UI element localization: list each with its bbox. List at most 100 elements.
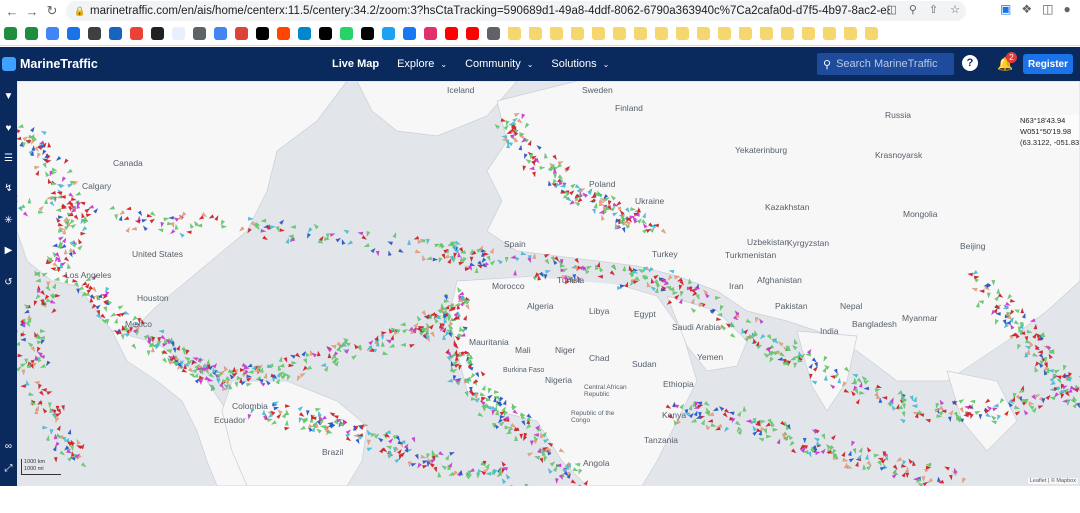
vessel-marker[interactable] [287, 375, 290, 380]
vessel-marker[interactable] [22, 370, 25, 375]
vessel-marker[interactable] [426, 239, 429, 244]
vessel-marker[interactable] [571, 480, 576, 484]
vessel-marker[interactable] [506, 474, 510, 479]
vessel-marker[interactable] [417, 316, 421, 321]
reload-icon[interactable]: ↻ [42, 1, 62, 21]
vessel-marker[interactable] [447, 379, 452, 382]
vessel-marker[interactable] [1073, 403, 1077, 408]
vessel-marker[interactable] [706, 425, 710, 430]
vessel-marker[interactable] [279, 357, 282, 362]
vessel-marker[interactable] [50, 300, 55, 304]
vessel-marker[interactable] [1038, 350, 1043, 354]
vessel-marker[interactable] [698, 405, 703, 408]
vessel-marker[interactable] [918, 483, 923, 486]
vessel-marker[interactable] [865, 454, 868, 459]
vessel-marker[interactable] [794, 363, 798, 368]
vessel-marker[interactable] [297, 376, 301, 381]
vessel-marker[interactable] [307, 233, 311, 238]
vessel-marker[interactable] [418, 463, 422, 468]
vessel-marker[interactable] [400, 323, 405, 327]
vessel-marker[interactable] [759, 319, 763, 324]
vessel-marker[interactable] [48, 403, 52, 408]
vessel-marker[interactable] [732, 418, 735, 423]
vessel-marker[interactable] [867, 447, 871, 452]
vessel-marker[interactable] [1042, 398, 1045, 403]
register-button[interactable]: Register [1023, 54, 1073, 74]
heart-icon[interactable]: ♥ [0, 121, 17, 135]
logo[interactable]: MarineTraffic [2, 57, 98, 71]
vessel-marker[interactable] [324, 237, 329, 240]
vessel-marker[interactable] [701, 420, 705, 425]
vessel-marker[interactable] [412, 437, 415, 442]
vessel-marker[interactable] [1039, 353, 1043, 358]
vessel-marker[interactable] [505, 426, 510, 430]
bookmark-icon[interactable] [361, 27, 374, 40]
vessel-marker[interactable] [832, 449, 836, 454]
bookmark-folder-icon[interactable] [760, 27, 773, 40]
vessel-marker[interactable] [912, 404, 917, 408]
vessel-marker[interactable] [378, 438, 383, 443]
vessel-marker[interactable] [388, 251, 391, 256]
bookmark-icon[interactable] [46, 27, 59, 40]
vessel-marker[interactable] [303, 366, 308, 371]
vessel-marker[interactable] [224, 366, 228, 371]
vessel-marker[interactable] [399, 454, 402, 459]
vessel-marker[interactable] [1029, 402, 1034, 405]
vessel-marker[interactable] [691, 419, 696, 422]
vessel-marker[interactable] [39, 391, 44, 396]
vessel-marker[interactable] [342, 239, 345, 244]
vessel-marker[interactable] [225, 376, 230, 380]
bookmark-folder-icon[interactable] [739, 27, 752, 40]
vessel-marker[interactable] [755, 317, 758, 322]
vessel-marker[interactable] [1070, 386, 1075, 389]
vessel-marker[interactable] [815, 452, 820, 455]
vessel-marker[interactable] [451, 361, 454, 366]
vessel-marker[interactable] [666, 286, 671, 289]
vessel-marker[interactable] [330, 234, 335, 237]
vessel-marker[interactable] [822, 434, 826, 439]
vessel-marker[interactable] [367, 231, 370, 236]
vessel-marker[interactable] [57, 425, 61, 430]
vessel-marker[interactable] [763, 428, 766, 433]
bookmark-folder-icon[interactable] [697, 27, 710, 40]
vessel-marker[interactable] [928, 478, 933, 483]
vessel-marker[interactable] [948, 417, 951, 422]
bookmark-icon[interactable] [466, 27, 479, 40]
vessel-marker[interactable] [41, 339, 45, 344]
vessel-marker[interactable] [367, 440, 371, 445]
vessel-marker[interactable] [21, 364, 26, 368]
vessel-marker[interactable] [444, 299, 449, 302]
vessel-marker[interactable] [673, 291, 678, 295]
vessel-marker[interactable] [47, 392, 52, 395]
vessel-marker[interactable] [68, 429, 71, 434]
vessel-marker[interactable] [441, 303, 444, 308]
nav-community[interactable]: Community⌄ [465, 58, 533, 70]
address-bar[interactable]: 🔒 marinetraffic.com/en/ais/home/centerx:… [66, 1, 966, 21]
vessel-marker[interactable] [40, 364, 45, 368]
vessel-marker[interactable] [859, 448, 863, 453]
vessel-marker[interactable] [50, 429, 53, 434]
vessel-marker[interactable] [279, 364, 284, 367]
vessel-marker[interactable] [367, 448, 372, 451]
vessel-marker[interactable] [344, 230, 349, 234]
vessel-marker[interactable] [27, 315, 30, 320]
vessel-marker[interactable] [261, 229, 266, 232]
vessel-marker[interactable] [814, 438, 819, 442]
bookmark-folder-icon[interactable] [676, 27, 689, 40]
vessel-marker[interactable] [24, 359, 27, 364]
vessel-marker[interactable] [555, 478, 558, 483]
vessel-marker[interactable] [537, 448, 540, 453]
vessel-marker[interactable] [694, 411, 697, 416]
vessel-marker[interactable] [21, 338, 26, 342]
vessel-marker[interactable] [794, 339, 797, 344]
puzzle-icon[interactable]: ❖ [1021, 2, 1032, 16]
vessel-marker[interactable] [867, 461, 872, 466]
vessel-marker[interactable] [401, 343, 406, 347]
vessel-marker[interactable] [422, 311, 426, 316]
vessel-marker[interactable] [477, 265, 482, 269]
vessel-marker[interactable] [534, 436, 538, 441]
vessel-marker[interactable] [442, 335, 445, 340]
vessel-marker[interactable] [43, 426, 48, 429]
vessel-marker[interactable] [408, 462, 412, 467]
vessel-marker[interactable] [696, 294, 699, 299]
